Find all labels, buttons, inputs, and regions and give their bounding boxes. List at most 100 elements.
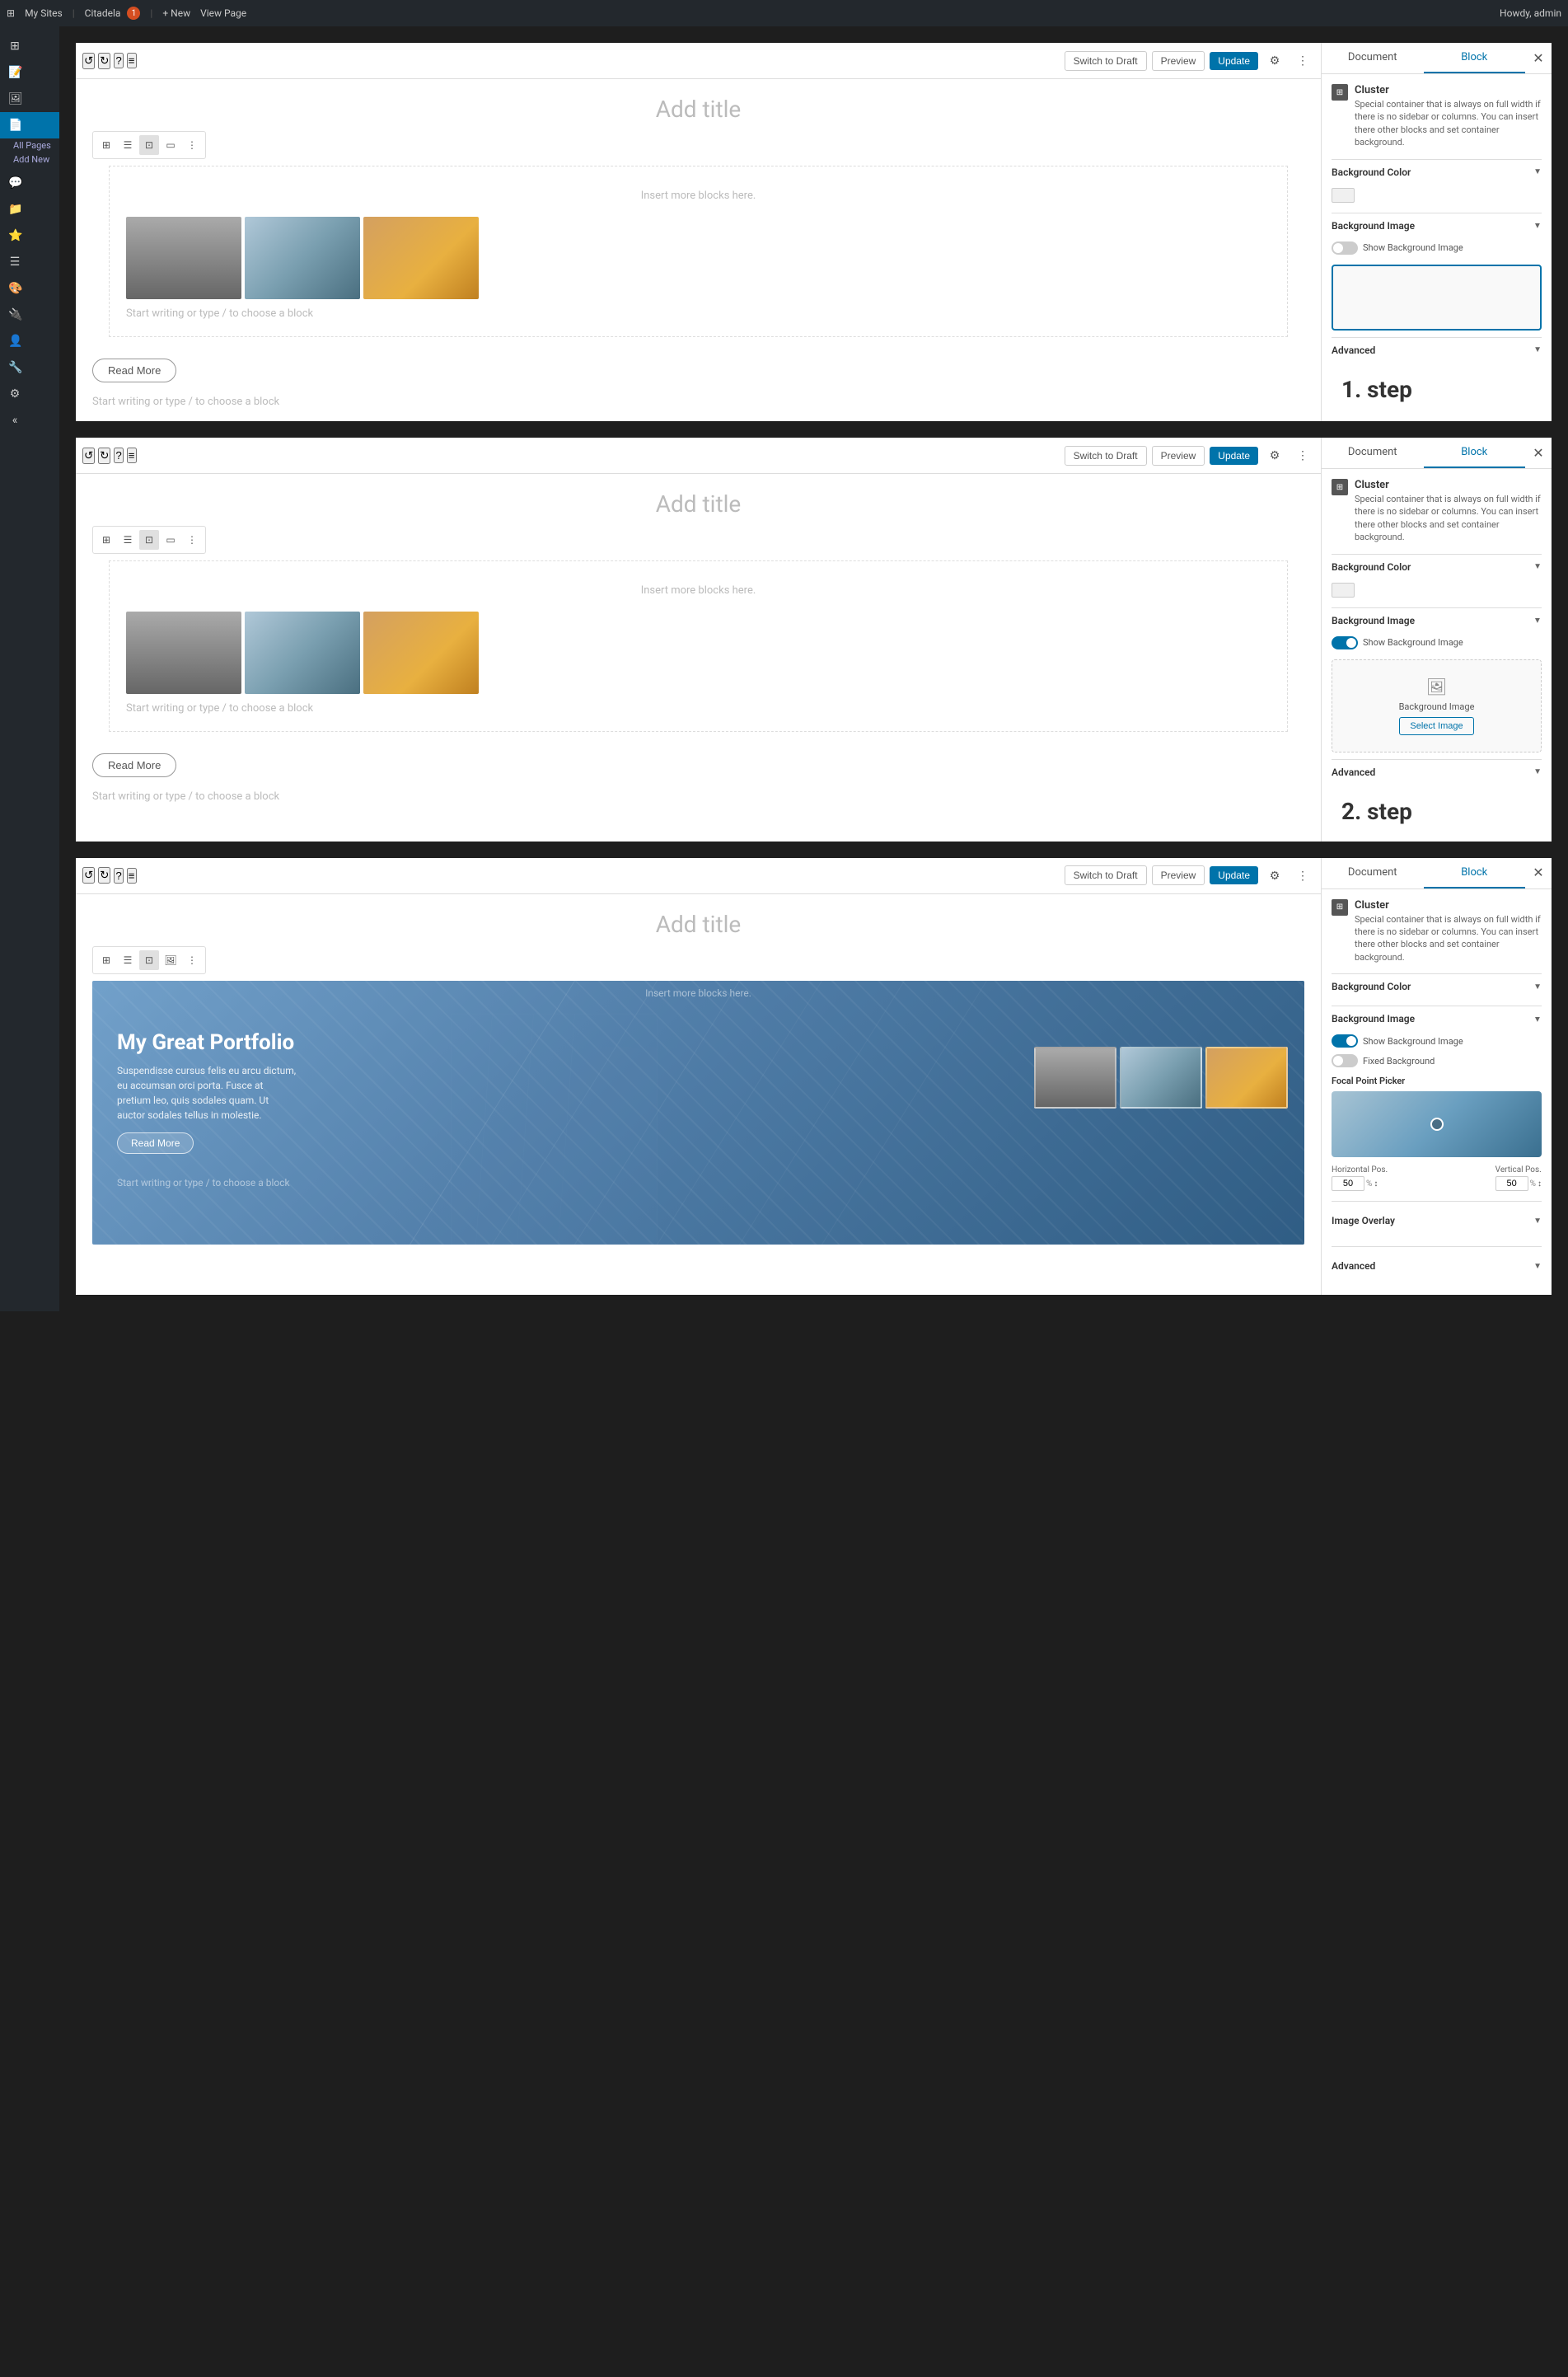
sidebar-item-citadela-pro[interactable]: ⭐ xyxy=(0,223,59,249)
page-title-1[interactable]: Add title xyxy=(109,96,1288,123)
bg-color-header-3[interactable]: Background Color ▼ xyxy=(1332,974,1542,999)
sidebar-item-items[interactable]: ☰ xyxy=(0,249,59,275)
bg-image-box-1[interactable] xyxy=(1332,265,1542,331)
update-btn-2[interactable]: Update xyxy=(1210,447,1258,465)
more-options-btn-3[interactable]: ⋮ xyxy=(1291,864,1314,887)
more-options-btn-2[interactable]: ⋮ xyxy=(1291,444,1314,467)
preview-btn-1[interactable]: Preview xyxy=(1152,51,1205,71)
wp-logo[interactable]: ⊞ xyxy=(7,7,15,19)
new-button[interactable]: + New xyxy=(162,7,190,19)
gallery-img-2-3[interactable] xyxy=(363,612,479,694)
sidebar-item-posts[interactable]: 📝 xyxy=(0,59,59,86)
undo-button-2[interactable]: ↺ xyxy=(82,448,95,464)
settings-tab-document-3[interactable]: Document xyxy=(1322,858,1424,888)
bg-image-header-1[interactable]: Background Image ▲ xyxy=(1332,213,1542,238)
bg-image-header-3[interactable]: Background Image ▲ xyxy=(1332,1006,1542,1031)
settings-tab-block-3[interactable]: Block xyxy=(1424,858,1526,888)
advanced-header-2[interactable]: Advanced ▼ xyxy=(1332,760,1542,785)
read-more-btn-3[interactable]: Read More xyxy=(117,1132,194,1154)
redo-button-3[interactable]: ↻ xyxy=(98,867,110,884)
settings-gear-btn-1[interactable]: ⚙ xyxy=(1263,49,1286,73)
redo-button-2[interactable]: ↻ xyxy=(98,448,110,464)
sidebar-item-add-new[interactable]: Add New xyxy=(0,152,59,170)
inline-img-3-2[interactable] xyxy=(1120,1047,1202,1109)
settings-close-1[interactable]: ✕ xyxy=(1525,45,1552,72)
page-title-2[interactable]: Add title xyxy=(109,490,1288,518)
bg-color-header-1[interactable]: Background Color ▼ xyxy=(1332,160,1542,185)
sidebar-item-all-pages[interactable]: All Pages xyxy=(0,138,59,152)
show-bg-toggle-3[interactable]: Show Background Image xyxy=(1332,1034,1463,1048)
block-btn-square-1[interactable]: ⊡ xyxy=(139,135,159,155)
sidebar-item-settings[interactable]: ⚙ xyxy=(0,381,59,407)
inline-img-3-3[interactable] xyxy=(1205,1047,1288,1109)
undo-button-1[interactable]: ↺ xyxy=(82,53,95,69)
my-sites[interactable]: My Sites xyxy=(25,7,63,19)
sidebar-item-pages[interactable]: 📄 xyxy=(0,112,59,138)
settings-gear-btn-2[interactable]: ⚙ xyxy=(1263,444,1286,467)
switch-draft-btn-3[interactable]: Switch to Draft xyxy=(1065,865,1147,885)
settings-tab-block-2[interactable]: Block xyxy=(1424,438,1526,468)
block-btn-square-3[interactable]: ⊡ xyxy=(139,950,159,970)
sidebar-item-users[interactable]: 👤 xyxy=(0,328,59,354)
info-button-3[interactable]: ? xyxy=(114,868,123,884)
settings-close-2[interactable]: ✕ xyxy=(1525,440,1552,466)
gallery-img-1-3[interactable] xyxy=(363,217,479,299)
v-pos-input-3[interactable] xyxy=(1495,1176,1528,1191)
switch-draft-btn-2[interactable]: Switch to Draft xyxy=(1065,446,1147,466)
site-name[interactable]: Citadela 1 xyxy=(85,7,141,20)
block-btn-more-3[interactable]: ⋮ xyxy=(182,950,202,970)
bg-image-box-2[interactable]: 🖼 Background Image Select Image xyxy=(1332,659,1542,752)
read-more-btn-2[interactable]: Read More xyxy=(92,753,176,777)
redo-button-1[interactable]: ↻ xyxy=(98,53,110,69)
block-btn-square-2[interactable]: ⊡ xyxy=(139,530,159,550)
block-btn-list-1[interactable]: ☰ xyxy=(118,135,138,155)
settings-tab-document-2[interactable]: Document xyxy=(1322,438,1424,468)
block-btn-more-2[interactable]: ⋮ xyxy=(182,530,202,550)
menu-button-2[interactable]: ≡ xyxy=(127,448,137,463)
sidebar-item-plugins[interactable]: 🔌 xyxy=(0,302,59,328)
block-btn-image-3[interactable]: 🖼 xyxy=(161,950,180,970)
block-btn-rect-2[interactable]: ▭ xyxy=(161,530,180,550)
sidebar-item-collapse[interactable]: « xyxy=(0,407,59,434)
settings-tab-document-1[interactable]: Document xyxy=(1322,43,1424,73)
preview-btn-3[interactable]: Preview xyxy=(1152,865,1205,885)
gallery-img-2-1[interactable] xyxy=(126,612,241,694)
block-btn-grid-3[interactable]: ⊞ xyxy=(96,950,116,970)
fixed-bg-toggle-3[interactable]: Fixed Background xyxy=(1332,1054,1435,1067)
bg-color-header-2[interactable]: Background Color ▼ xyxy=(1332,555,1542,579)
update-btn-1[interactable]: Update xyxy=(1210,52,1258,70)
h-pos-input-3[interactable] xyxy=(1332,1176,1364,1191)
block-btn-rect-1[interactable]: ▭ xyxy=(161,135,180,155)
block-btn-list-2[interactable]: ☰ xyxy=(118,530,138,550)
block-btn-grid-1[interactable]: ⊞ xyxy=(96,135,116,155)
view-page-link[interactable]: View Page xyxy=(200,7,246,19)
block-btn-list-3[interactable]: ☰ xyxy=(118,950,138,970)
sidebar-item-citadela-directory[interactable]: 📁 xyxy=(0,196,59,223)
image-overlay-header-3[interactable]: Image Overlay ▼ xyxy=(1332,1208,1542,1233)
sidebar-item-media[interactable]: 🖼 xyxy=(0,86,59,112)
block-btn-more-1[interactable]: ⋮ xyxy=(182,135,202,155)
select-image-btn-2[interactable]: Select Image xyxy=(1399,717,1473,735)
settings-tab-block-1[interactable]: Block xyxy=(1424,43,1526,73)
switch-draft-btn-1[interactable]: Switch to Draft xyxy=(1065,51,1147,71)
sidebar-item-dashboard[interactable]: ⊞ xyxy=(0,33,59,59)
focal-point-preview-3[interactable] xyxy=(1332,1091,1542,1157)
sidebar-item-appearance[interactable]: 🎨 xyxy=(0,275,59,302)
gallery-img-1-2[interactable] xyxy=(245,217,360,299)
inline-img-3-1[interactable] xyxy=(1034,1047,1116,1109)
undo-button-3[interactable]: ↺ xyxy=(82,867,95,884)
v-pos-stepper-3[interactable]: ↕ xyxy=(1538,1179,1542,1188)
h-pos-stepper-3[interactable]: ↕ xyxy=(1374,1179,1378,1188)
block-btn-grid-2[interactable]: ⊞ xyxy=(96,530,116,550)
menu-button-1[interactable]: ≡ xyxy=(127,53,137,68)
gallery-img-2-2[interactable] xyxy=(245,612,360,694)
preview-btn-2[interactable]: Preview xyxy=(1152,446,1205,466)
bg-image-toggle-2[interactable]: Show Background Image xyxy=(1332,636,1463,649)
notification-badge[interactable]: 1 xyxy=(127,7,140,20)
page-title-3[interactable]: Add title xyxy=(109,911,1288,938)
info-button-2[interactable]: ? xyxy=(114,448,123,463)
advanced-header-1[interactable]: Advanced ▼ xyxy=(1332,338,1542,363)
settings-gear-btn-3[interactable]: ⚙ xyxy=(1263,864,1286,887)
advanced-header-3[interactable]: Advanced ▼ xyxy=(1332,1254,1542,1278)
update-btn-3[interactable]: Update xyxy=(1210,866,1258,884)
